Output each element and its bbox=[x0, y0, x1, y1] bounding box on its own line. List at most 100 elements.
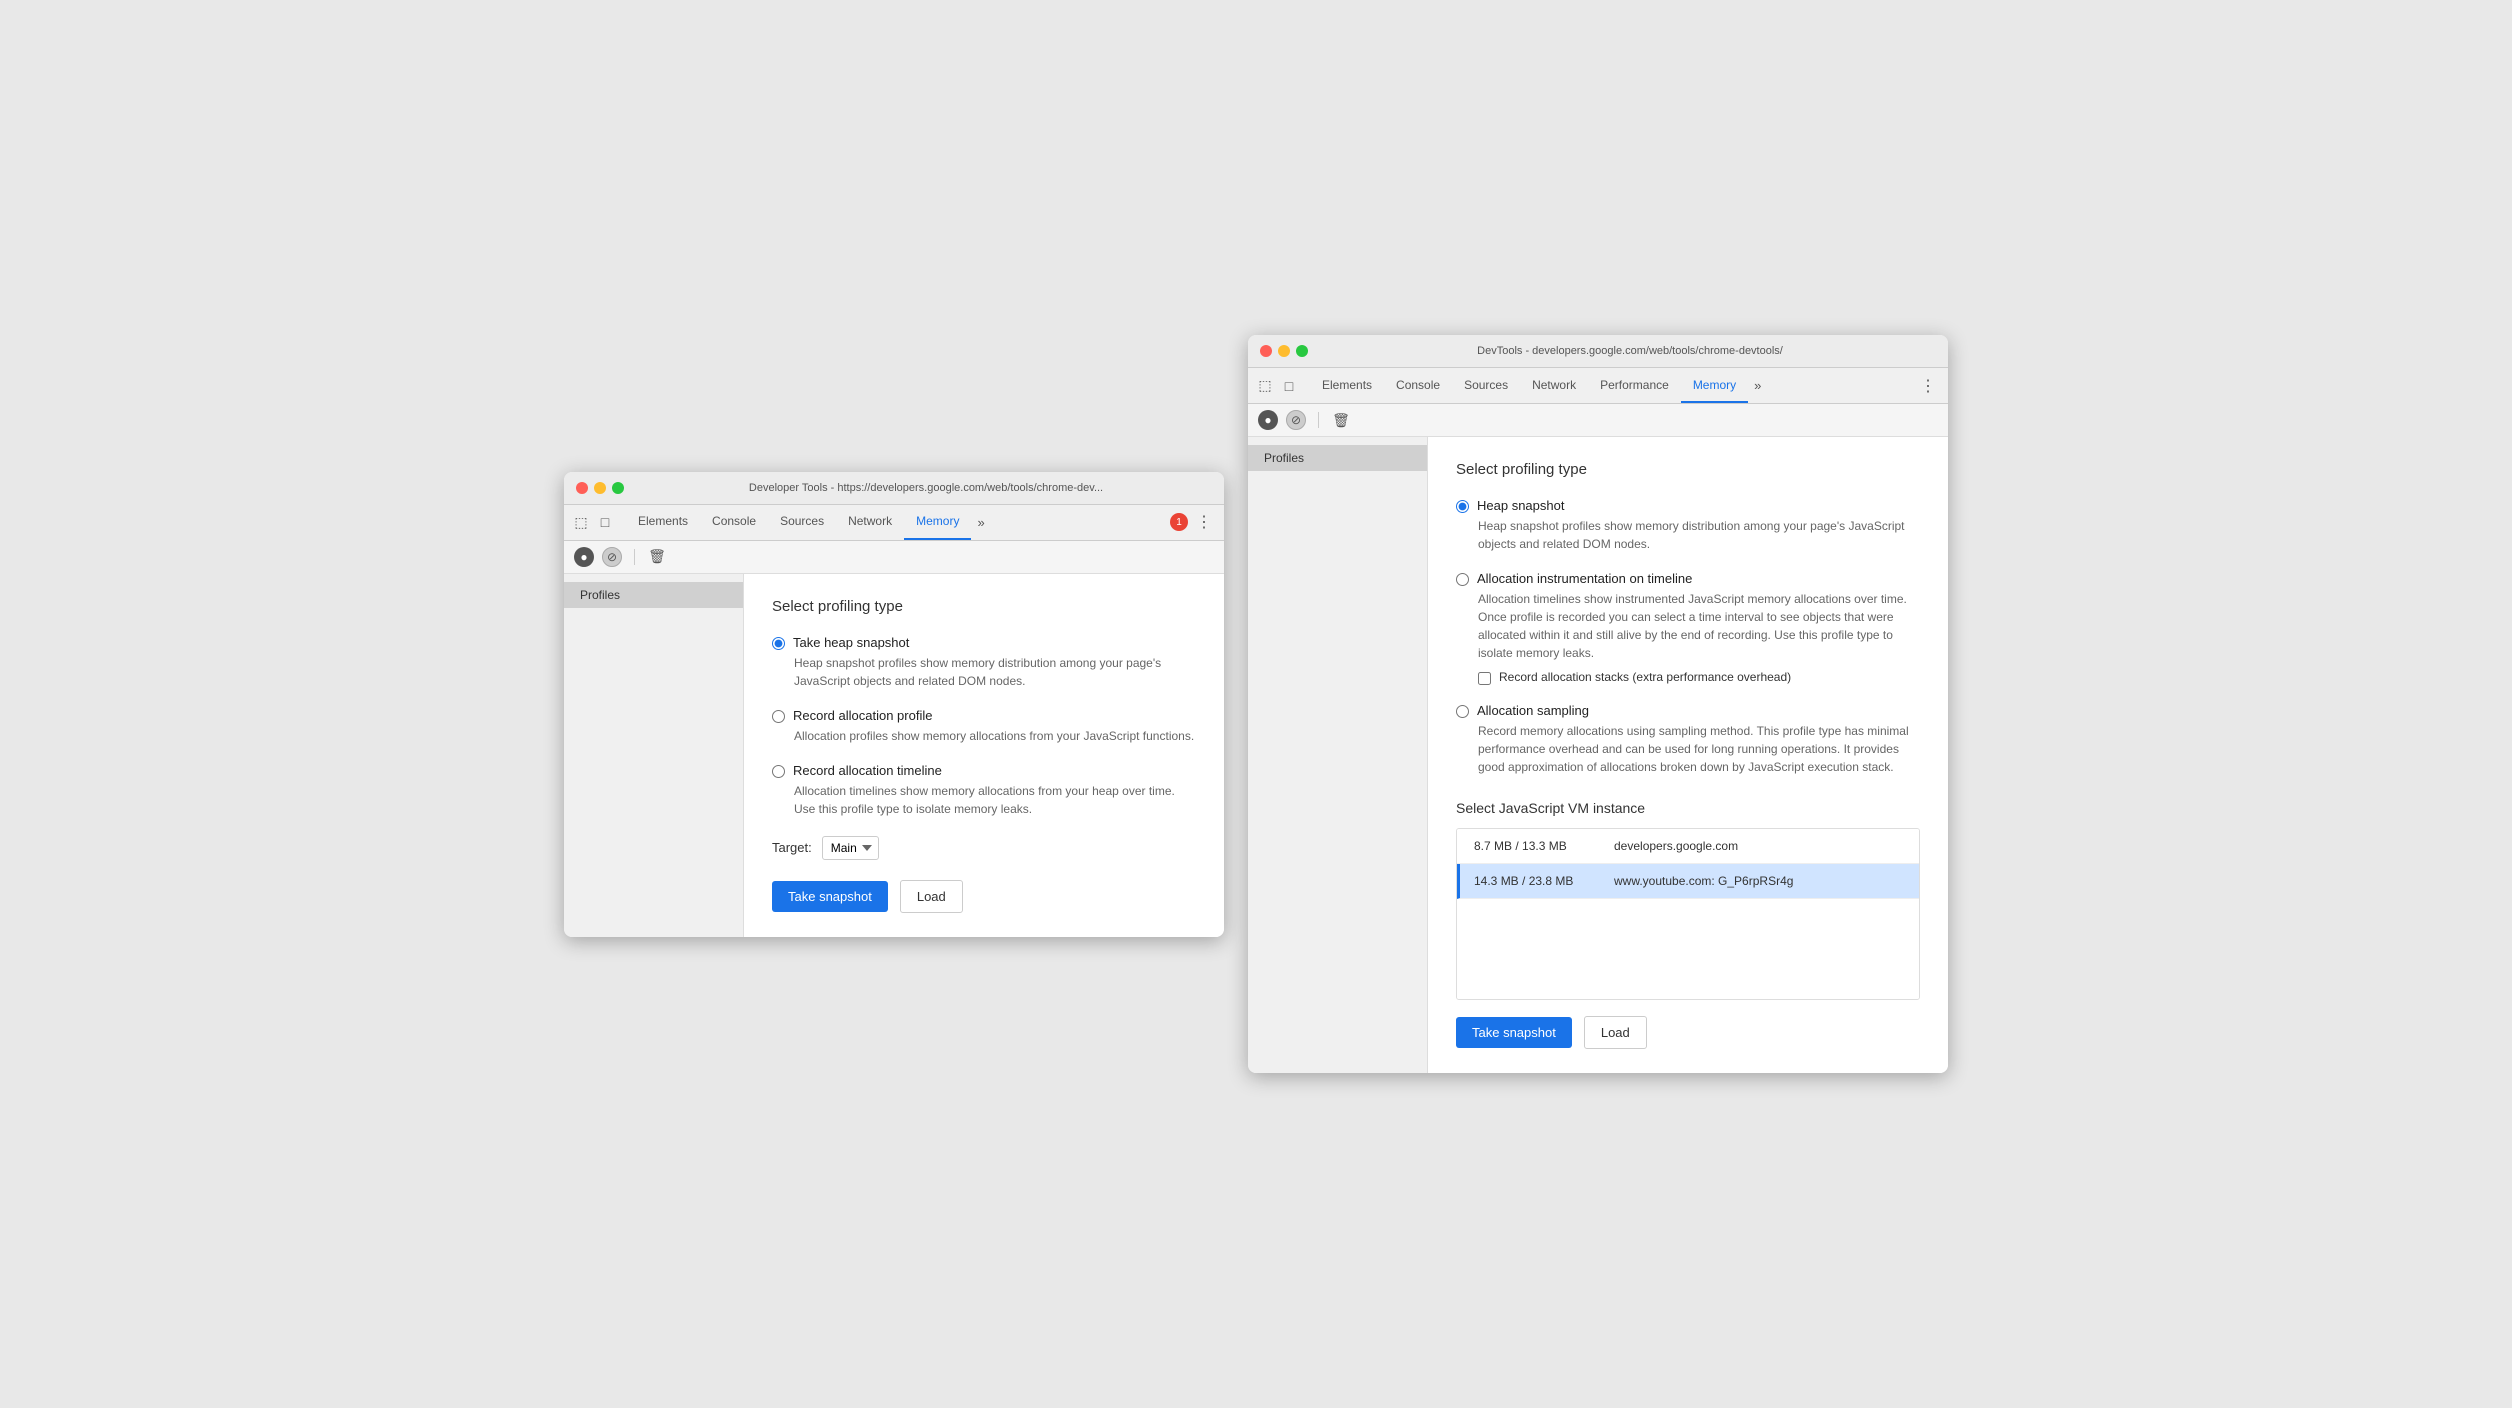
record-button[interactable]: ● bbox=[574, 547, 594, 567]
option-alloc-timeline: Record allocation timeline Allocation ti… bbox=[772, 763, 1196, 818]
toolbar-end: 1 ⋮ bbox=[1170, 508, 1216, 536]
left-panel-body: Profiles Select profiling type Take heap… bbox=[564, 574, 1224, 937]
vm-row-youtube[interactable]: 14.3 MB / 23.8 MB www.youtube.com: G_P6r… bbox=[1457, 864, 1919, 899]
right-tab-more[interactable]: » bbox=[1748, 368, 1767, 403]
tab-console[interactable]: Console bbox=[700, 505, 768, 540]
option-alloc-profile: Record allocation profile Allocation pro… bbox=[772, 708, 1196, 745]
right-label-heap[interactable]: Heap snapshot bbox=[1477, 498, 1564, 513]
right-more-options-icon[interactable]: ⋮ bbox=[1916, 372, 1940, 400]
vm-row-google[interactable]: 8.7 MB / 13.3 MB developers.google.com bbox=[1457, 829, 1919, 864]
left-sidebar: Profiles bbox=[564, 574, 744, 937]
right-devtools-window: DevTools - developers.google.com/web/too… bbox=[1248, 335, 1948, 1073]
load-button[interactable]: Load bbox=[900, 880, 963, 913]
desc-alloc-timeline: Allocation timelines show memory allocat… bbox=[794, 782, 1196, 818]
right-tab-sources[interactable]: Sources bbox=[1452, 368, 1520, 403]
target-row: Target: Main bbox=[772, 836, 1196, 860]
right-label-alloc-sampling[interactable]: Allocation sampling bbox=[1477, 703, 1589, 718]
tab-more[interactable]: » bbox=[971, 505, 990, 540]
cursor-icon[interactable]: ⬚ bbox=[572, 513, 590, 531]
vm-size-youtube: 14.3 MB / 23.8 MB bbox=[1474, 874, 1614, 888]
left-button-row: Take snapshot Load bbox=[772, 880, 1196, 913]
option-heap-snapshot: Take heap snapshot Heap snapshot profile… bbox=[772, 635, 1196, 690]
alloc-stacks-label[interactable]: Record allocation stacks (extra performa… bbox=[1499, 670, 1791, 684]
right-toolbar-icons: ⬚ □ bbox=[1256, 377, 1298, 395]
label-alloc-timeline[interactable]: Record allocation timeline bbox=[793, 763, 942, 778]
more-options-icon[interactable]: ⋮ bbox=[1192, 508, 1216, 536]
right-clear-button[interactable]: 🗑 bbox=[1331, 410, 1351, 430]
alloc-stacks-checkbox[interactable] bbox=[1478, 672, 1491, 685]
right-cursor-icon[interactable]: ⬚ bbox=[1256, 377, 1274, 395]
traffic-lights bbox=[576, 482, 624, 494]
sidebar-item-profiles[interactable]: Profiles bbox=[564, 582, 743, 608]
right-take-snapshot-button[interactable]: Take snapshot bbox=[1456, 1017, 1572, 1048]
label-heap-snapshot[interactable]: Take heap snapshot bbox=[793, 635, 909, 650]
right-section-title: Select profiling type bbox=[1456, 461, 1920, 478]
vm-size-google: 8.7 MB / 13.3 MB bbox=[1474, 839, 1614, 853]
left-title-bar: Developer Tools - https://developers.goo… bbox=[564, 472, 1224, 505]
right-radio-heap[interactable] bbox=[1456, 500, 1469, 513]
take-snapshot-button[interactable]: Take snapshot bbox=[772, 881, 888, 912]
left-toolbar: ⬚ □ Elements Console Sources Network Mem… bbox=[564, 505, 1224, 541]
toolbar-icons: ⬚ □ bbox=[572, 513, 614, 531]
right-tab-elements[interactable]: Elements bbox=[1310, 368, 1384, 403]
right-traffic-lights bbox=[1260, 345, 1308, 357]
vm-url-google: developers.google.com bbox=[1614, 839, 1905, 853]
right-panel-controls: ● ⊘ 🗑 bbox=[1248, 404, 1948, 437]
left-section-title: Select profiling type bbox=[772, 598, 1196, 615]
radio-alloc-timeline[interactable] bbox=[772, 765, 785, 778]
tab-sources[interactable]: Sources bbox=[768, 505, 836, 540]
desc-alloc-profile: Allocation profiles show memory allocati… bbox=[794, 727, 1196, 745]
right-mobile-icon[interactable]: □ bbox=[1280, 377, 1298, 395]
right-panel-body: Profiles Select profiling type Heap snap… bbox=[1248, 437, 1948, 1073]
right-checkbox-row: Record allocation stacks (extra performa… bbox=[1478, 670, 1920, 685]
right-option-alloc-sampling: Allocation sampling Record memory alloca… bbox=[1456, 703, 1920, 776]
right-toolbar-end: ⋮ bbox=[1916, 372, 1940, 400]
right-close-button[interactable] bbox=[1260, 345, 1272, 357]
minimize-button[interactable] bbox=[594, 482, 606, 494]
vm-url-youtube: www.youtube.com: G_P6rpRSr4g bbox=[1614, 874, 1905, 888]
right-maximize-button[interactable] bbox=[1296, 345, 1308, 357]
mobile-icon[interactable]: □ bbox=[596, 513, 614, 531]
window-title: Developer Tools - https://developers.goo… bbox=[640, 482, 1212, 494]
close-button[interactable] bbox=[576, 482, 588, 494]
right-desc-alloc-timeline: Allocation timelines show instrumented J… bbox=[1478, 590, 1920, 662]
right-sidebar-item-profiles[interactable]: Profiles bbox=[1248, 445, 1427, 471]
target-select[interactable]: Main bbox=[822, 836, 879, 860]
left-tab-bar: Elements Console Sources Network Memory … bbox=[626, 505, 1166, 540]
error-badge: 1 bbox=[1170, 513, 1188, 531]
right-tab-console[interactable]: Console bbox=[1384, 368, 1452, 403]
right-sidebar: Profiles bbox=[1248, 437, 1428, 1073]
stop-button[interactable]: ⊘ bbox=[602, 547, 622, 567]
target-label: Target: bbox=[772, 840, 812, 855]
right-option-heap: Heap snapshot Heap snapshot profiles sho… bbox=[1456, 498, 1920, 553]
right-tab-performance[interactable]: Performance bbox=[1588, 368, 1681, 403]
right-tab-bar: Elements Console Sources Network Perform… bbox=[1310, 368, 1912, 403]
left-devtools-window: Developer Tools - https://developers.goo… bbox=[564, 472, 1224, 937]
right-stop-button[interactable]: ⊘ bbox=[1286, 410, 1306, 430]
radio-heap-snapshot[interactable] bbox=[772, 637, 785, 650]
radio-alloc-profile[interactable] bbox=[772, 710, 785, 723]
right-record-button[interactable]: ● bbox=[1258, 410, 1278, 430]
right-tab-network[interactable]: Network bbox=[1520, 368, 1588, 403]
desc-heap-snapshot: Heap snapshot profiles show memory distr… bbox=[794, 654, 1196, 690]
right-title-bar: DevTools - developers.google.com/web/too… bbox=[1248, 335, 1948, 368]
right-toolbar: ⬚ □ Elements Console Sources Network Per… bbox=[1248, 368, 1948, 404]
right-minimize-button[interactable] bbox=[1278, 345, 1290, 357]
right-tab-memory[interactable]: Memory bbox=[1681, 368, 1748, 403]
right-load-button[interactable]: Load bbox=[1584, 1016, 1647, 1049]
tab-memory[interactable]: Memory bbox=[904, 505, 971, 540]
right-option-alloc-timeline: Allocation instrumentation on timeline A… bbox=[1456, 571, 1920, 685]
tab-elements[interactable]: Elements bbox=[626, 505, 700, 540]
clear-button[interactable]: 🗑 bbox=[647, 547, 667, 567]
right-main-content: Select profiling type Heap snapshot Heap… bbox=[1428, 437, 1948, 1073]
vm-empty-space bbox=[1457, 899, 1919, 999]
right-desc-alloc-sampling: Record memory allocations using sampling… bbox=[1478, 722, 1920, 776]
right-desc-heap: Heap snapshot profiles show memory distr… bbox=[1478, 517, 1920, 553]
label-alloc-profile[interactable]: Record allocation profile bbox=[793, 708, 932, 723]
right-button-row: Take snapshot Load bbox=[1456, 1016, 1920, 1049]
right-label-alloc-timeline[interactable]: Allocation instrumentation on timeline bbox=[1477, 571, 1692, 586]
maximize-button[interactable] bbox=[612, 482, 624, 494]
right-radio-alloc-sampling[interactable] bbox=[1456, 705, 1469, 718]
right-radio-alloc-timeline[interactable] bbox=[1456, 573, 1469, 586]
tab-network[interactable]: Network bbox=[836, 505, 904, 540]
